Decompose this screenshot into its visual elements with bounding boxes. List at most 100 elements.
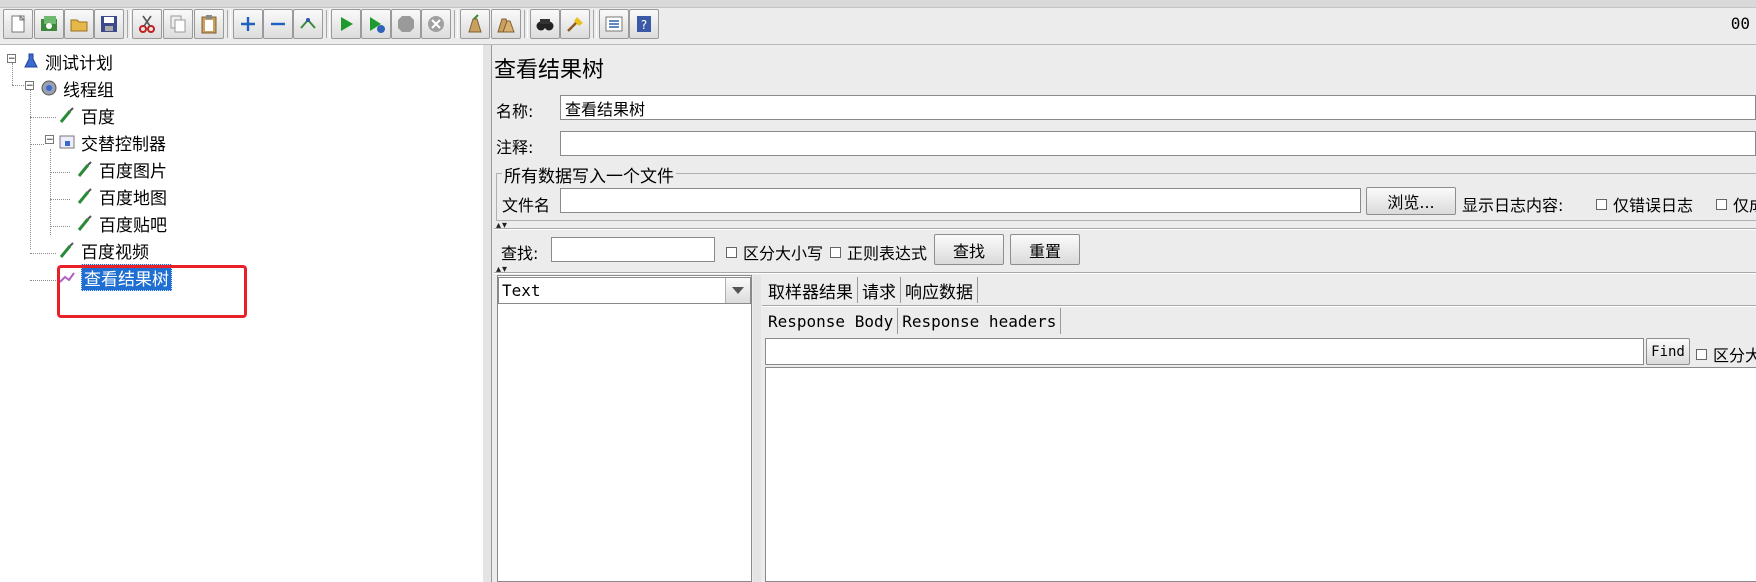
help-icon[interactable]: ? — [629, 9, 659, 39]
success-only-label: 仅成 — [1733, 196, 1756, 215]
response-case-checkbox[interactable]: 区分大 — [1696, 342, 1756, 366]
tree-line — [12, 85, 26, 86]
divider — [494, 272, 1756, 274]
pipette-icon — [58, 106, 76, 124]
tab-response-body[interactable]: Response Body — [764, 308, 899, 334]
name-field[interactable]: 查看结果树 — [560, 95, 1756, 120]
checkbox-box[interactable] — [830, 246, 841, 258]
tab-sampler-result[interactable]: 取样器结果 — [764, 277, 858, 303]
cut-icon[interactable] — [132, 9, 162, 39]
function-helper-icon[interactable] — [599, 9, 629, 39]
response-body-text-area[interactable] — [765, 367, 1756, 582]
tree-node-test-plan[interactable]: 测试计划 — [22, 48, 113, 74]
tree-line — [12, 63, 13, 85]
tree-node-label: 百度地图 — [99, 188, 167, 209]
case-sensitive-checkbox[interactable]: 区分大小写 — [726, 240, 823, 264]
search-input[interactable] — [551, 237, 715, 262]
tree-node-label: 百度视频 — [81, 242, 149, 263]
divider — [762, 305, 1756, 307]
shutdown-icon[interactable] — [421, 9, 451, 39]
tree-line — [50, 199, 70, 200]
tree-node-sampler[interactable]: 百度视频 — [58, 237, 149, 263]
find-button[interactable]: 查找 — [934, 234, 1004, 265]
gear-icon — [40, 79, 58, 97]
menu-strip-edge — [0, 0, 1756, 8]
results-split-divider[interactable] — [753, 275, 761, 582]
toggle-icon[interactable] — [293, 9, 323, 39]
collapse-toggle[interactable]: − — [7, 54, 16, 64]
reset-search-icon[interactable] — [560, 9, 590, 39]
tree-node-label: 线程组 — [63, 80, 114, 101]
tab-response-data[interactable]: 响应数据 — [901, 277, 978, 303]
tree-node-label: 测试计划 — [45, 53, 113, 74]
comment-field[interactable] — [560, 131, 1756, 156]
tree-node-label: 交替控制器 — [81, 134, 166, 155]
controller-icon — [58, 133, 76, 151]
start-icon[interactable] — [331, 9, 361, 39]
collapse-toggle[interactable]: − — [45, 135, 54, 145]
panel-title: 查看结果树 — [494, 58, 605, 83]
comment-label: 注释: — [496, 138, 534, 157]
toolbar: ? 00 — [0, 0, 1756, 45]
tree-node-sampler[interactable]: 百度地图 — [76, 183, 167, 209]
tree-node-sampler[interactable]: 百度 — [58, 102, 115, 128]
pipette-icon — [76, 214, 94, 232]
tree-line — [30, 253, 56, 254]
stop-icon[interactable] — [391, 9, 421, 39]
tab-request[interactable]: 请求 — [858, 277, 901, 303]
flask-icon — [22, 52, 40, 70]
collapse-toggle[interactable]: − — [25, 81, 34, 91]
tree-node-thread-group[interactable]: 线程组 — [40, 75, 114, 101]
pipette-icon — [76, 160, 94, 178]
chevron-down-icon[interactable] — [725, 278, 750, 303]
tree-node-sampler[interactable]: 百度贴吧 — [76, 210, 167, 236]
checkbox-box[interactable] — [726, 246, 737, 258]
checkbox-box[interactable] — [1716, 198, 1727, 210]
tree-node-interleave-controller[interactable]: 交替控制器 — [58, 129, 166, 155]
browse-button[interactable]: 浏览... — [1366, 187, 1456, 215]
checkbox-box[interactable] — [1696, 348, 1707, 360]
checkbox-box[interactable] — [1596, 198, 1607, 210]
start-no-pause-icon[interactable] — [361, 9, 391, 39]
search-icon[interactable] — [530, 9, 560, 39]
new-icon[interactable] — [3, 9, 33, 39]
collapse-icon[interactable] — [263, 9, 293, 39]
tree-line — [30, 89, 31, 249]
tree-node-sampler[interactable]: 百度图片 — [76, 156, 167, 182]
tree-line — [50, 226, 70, 227]
save-icon[interactable] — [94, 9, 124, 39]
split-pane-divider[interactable] — [483, 45, 492, 582]
paste-icon[interactable] — [194, 9, 224, 39]
filename-field[interactable] — [560, 188, 1361, 213]
elapsed-time: 00 — [1730, 14, 1750, 33]
reset-button[interactable]: 重置 — [1010, 234, 1080, 265]
success-only-checkbox[interactable]: 仅成 — [1716, 192, 1756, 216]
tab-response-headers[interactable]: Response headers — [898, 308, 1062, 334]
errors-only-label: 仅错误日志 — [1613, 196, 1694, 215]
name-label: 名称: — [496, 102, 534, 121]
filename-label: 文件名 — [502, 196, 551, 215]
log-display-label: 显示日志内容: — [1462, 196, 1564, 215]
expand-icon[interactable] — [233, 9, 263, 39]
regex-label: 正则表达式 — [847, 244, 928, 263]
tree-line — [50, 172, 70, 173]
errors-only-checkbox[interactable]: 仅错误日志 — [1596, 192, 1693, 216]
regex-checkbox[interactable]: 正则表达式 — [830, 240, 927, 264]
divider — [494, 228, 1756, 230]
case-sensitive-label: 区分大小写 — [743, 244, 824, 263]
clear-all-icon[interactable] — [491, 9, 521, 39]
tree-line — [50, 149, 51, 235]
renderer-select[interactable]: Text — [498, 277, 751, 304]
copy-icon[interactable] — [163, 9, 193, 39]
tree-line — [30, 144, 44, 145]
response-find-input[interactable] — [765, 338, 1644, 365]
open-icon[interactable] — [64, 9, 94, 39]
tree-line — [30, 280, 56, 281]
highlight-annotation-box — [57, 265, 247, 318]
sample-result-list[interactable] — [497, 275, 752, 582]
templates-icon[interactable] — [34, 9, 64, 39]
svg-text:?: ? — [641, 18, 647, 32]
clear-icon[interactable] — [460, 9, 490, 39]
result-tabs: 取样器结果 请求 响应数据 — [764, 277, 978, 303]
response-find-button[interactable]: Find — [1646, 338, 1690, 365]
